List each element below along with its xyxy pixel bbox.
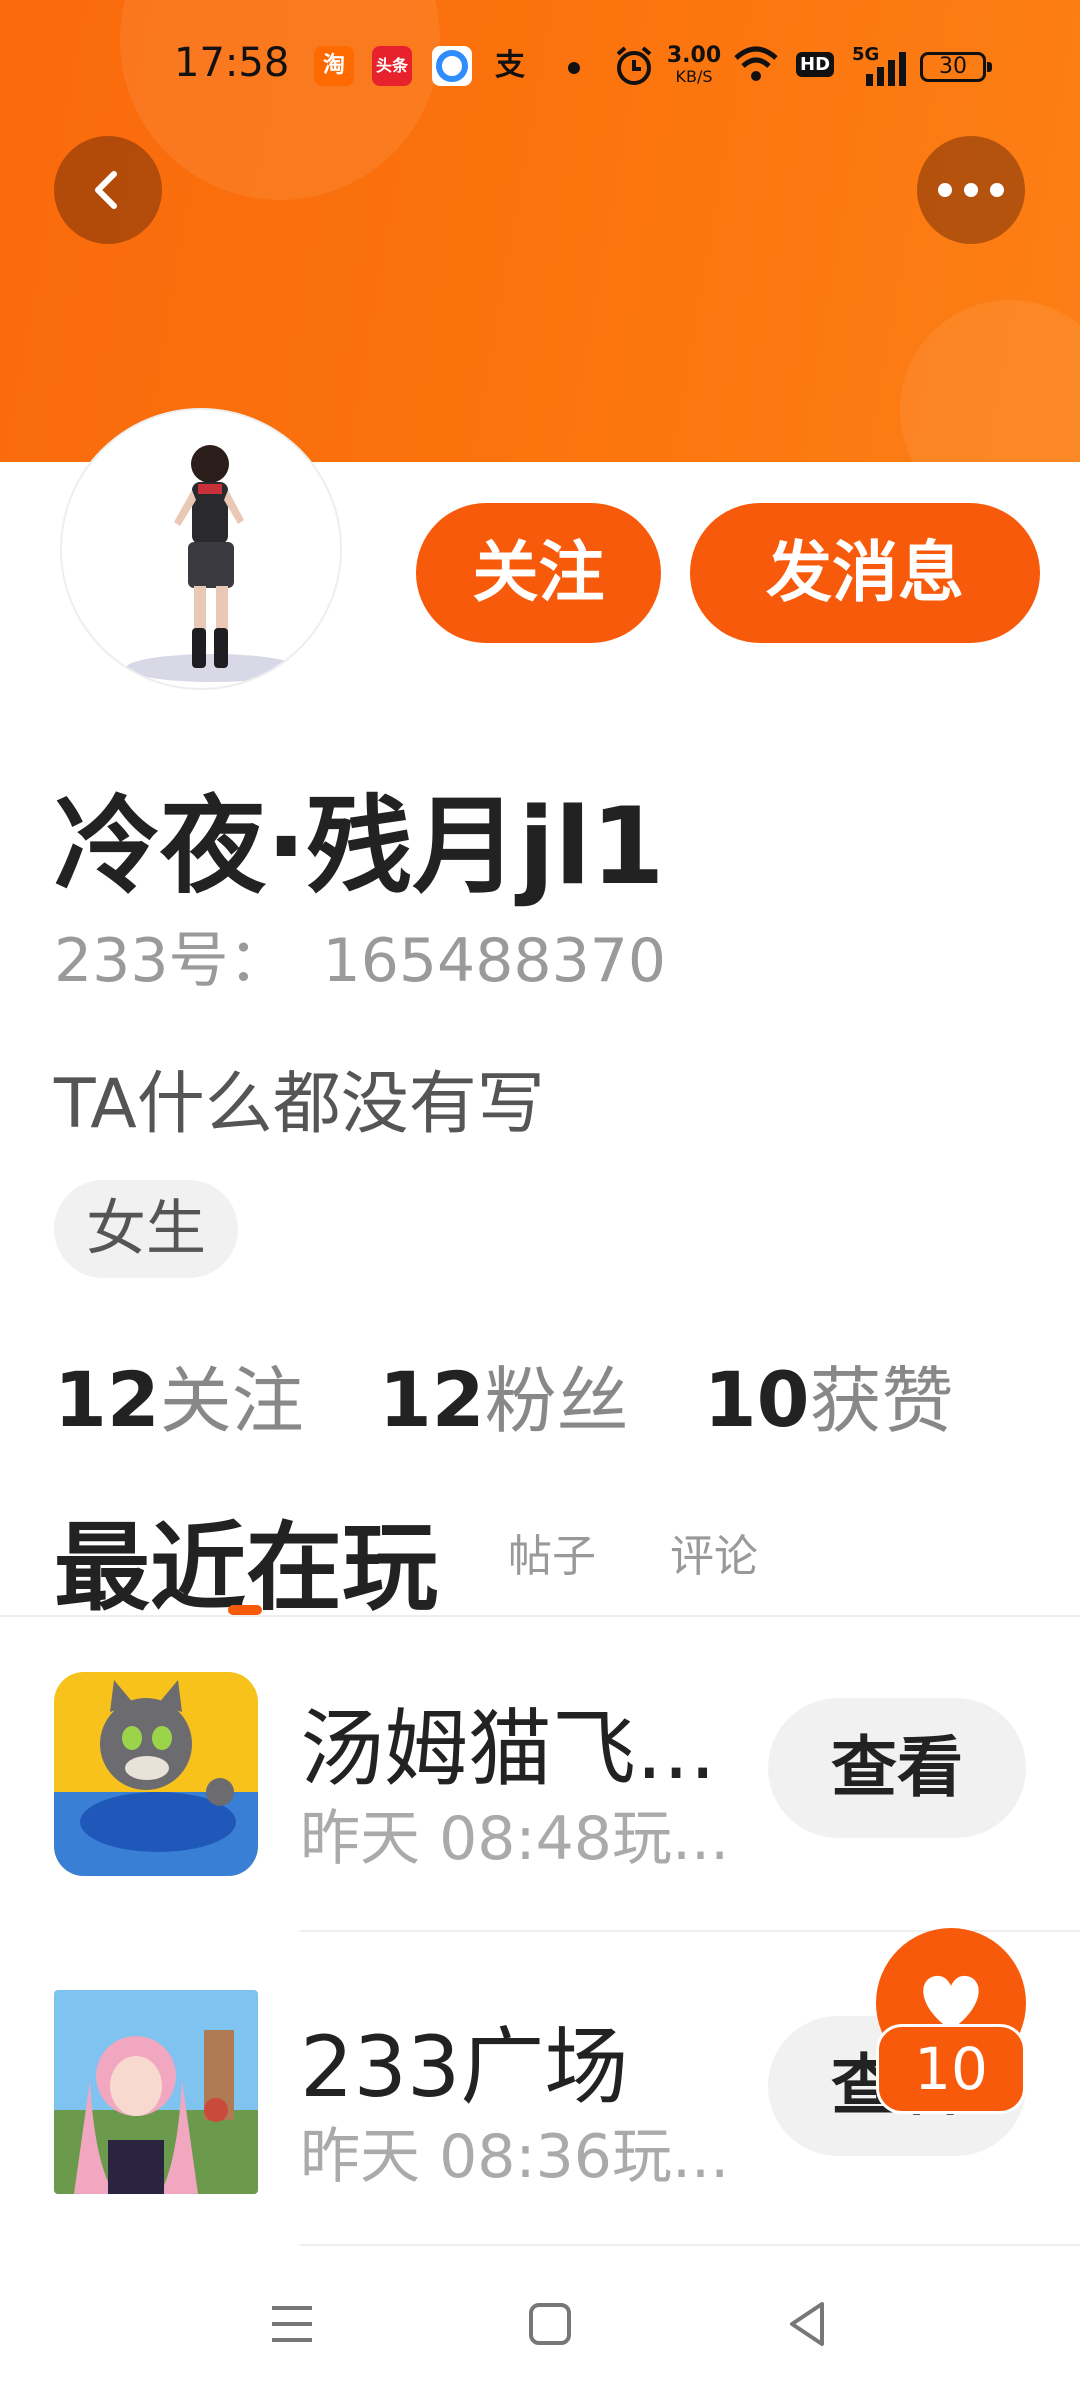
list-item[interactable]: 汤姆猫飞... 昨天 08:48玩... 查看 bbox=[0, 1612, 1080, 1912]
view-game-button[interactable]: 查看 bbox=[768, 1698, 1026, 1838]
tab-comments[interactable]: 评论 bbox=[670, 1520, 758, 1584]
gender-tag: 女生 bbox=[54, 1180, 238, 1278]
home-square-icon[interactable] bbox=[520, 2294, 580, 2354]
notification-dot bbox=[568, 62, 580, 74]
game-last-played: 昨天 08:48玩... bbox=[300, 1804, 730, 1874]
profile-tabs: 最近在玩 帖子 评论 bbox=[54, 1490, 1054, 1624]
user-id-label: 233号： bbox=[54, 926, 289, 996]
followers-stat[interactable]: 12粉丝 bbox=[379, 1342, 629, 1447]
bio-text: TA什么都没有写 bbox=[54, 1065, 545, 1144]
more-horizontal-icon bbox=[938, 183, 1004, 197]
back-button[interactable] bbox=[54, 136, 162, 244]
back-triangle-icon[interactable] bbox=[778, 2294, 838, 2354]
user-id-value: 165488370 bbox=[322, 926, 667, 996]
alarm-icon bbox=[614, 44, 654, 92]
system-navigation-bar bbox=[0, 2250, 1080, 2400]
avatar[interactable] bbox=[60, 408, 342, 690]
game-name: 233广场 bbox=[300, 2018, 629, 2116]
hd-badge: HD bbox=[796, 52, 835, 77]
username: 冷夜·残月jl1 bbox=[54, 785, 665, 908]
battery-indicator: 30 bbox=[920, 52, 992, 82]
chevron-left-icon bbox=[95, 171, 117, 209]
alipay-icon: 支 bbox=[495, 48, 525, 83]
game-last-played: 昨天 08:36玩... bbox=[300, 2122, 730, 2192]
game-icon-233-plaza bbox=[54, 1990, 258, 2194]
follow-button[interactable]: 关注 bbox=[416, 503, 661, 643]
send-message-button[interactable]: 发消息 bbox=[690, 503, 1040, 643]
like-count-badge: 10 bbox=[876, 2024, 1026, 2114]
status-time: 17:58 bbox=[174, 40, 290, 86]
taobao-icon: 淘 bbox=[314, 46, 354, 86]
tab-posts[interactable]: 帖子 bbox=[508, 1520, 596, 1584]
avatar-character-image bbox=[126, 445, 298, 682]
more-options-button[interactable] bbox=[917, 136, 1025, 244]
divider bbox=[300, 2244, 1080, 2246]
toutiao-icon: 头条 bbox=[372, 46, 412, 86]
signal-icon bbox=[864, 52, 908, 90]
browser-icon bbox=[432, 46, 472, 86]
game-name: 汤姆猫飞... bbox=[300, 1700, 717, 1798]
profile-stats: 12关注 12粉丝 10获赞 bbox=[54, 1342, 1024, 1447]
likes-stat[interactable]: 10获赞 bbox=[704, 1342, 954, 1447]
status-bar: 17:58 淘 头条 支 3.00 KB/S HD 5G 30 bbox=[0, 0, 1080, 136]
following-stat[interactable]: 12关注 bbox=[54, 1342, 304, 1447]
game-icon-talking-tom bbox=[54, 1672, 258, 1876]
network-speed: 3.00 KB/S bbox=[666, 43, 722, 86]
wifi-icon bbox=[732, 44, 780, 88]
menu-icon[interactable] bbox=[262, 2294, 322, 2354]
user-id: 233号： 165488370 bbox=[54, 912, 666, 999]
